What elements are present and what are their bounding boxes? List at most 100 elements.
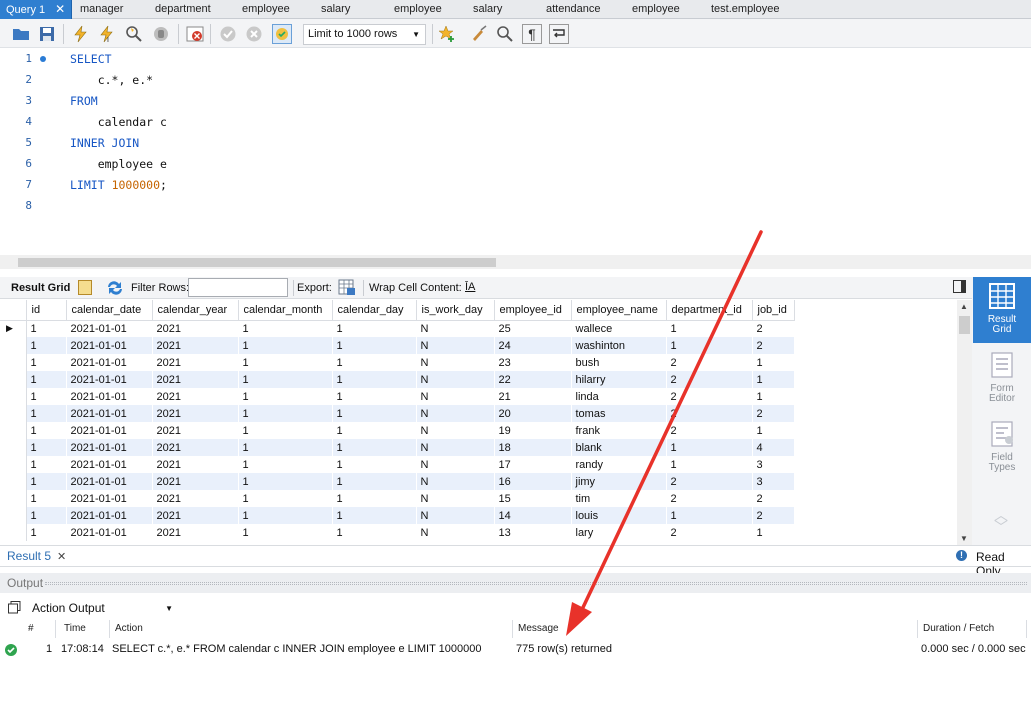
- grid-layout-icon[interactable]: [78, 280, 92, 295]
- table-row[interactable]: 1 2021-01-01 2021 1 1 N 14 louis 1 2: [0, 507, 795, 524]
- row-selector[interactable]: ▶: [0, 320, 27, 337]
- table-cell[interactable]: 2: [666, 422, 753, 439]
- table-cell[interactable]: 2021-01-01: [66, 405, 153, 422]
- tab-employee-2[interactable]: employee: [394, 0, 442, 19]
- table-cell[interactable]: tomas: [571, 405, 667, 422]
- row-selector[interactable]: [0, 371, 27, 388]
- wrap-lines-icon[interactable]: [549, 24, 569, 44]
- table-cell[interactable]: N: [416, 337, 495, 354]
- table-cell[interactable]: 2021-01-01: [66, 337, 153, 354]
- row-selector[interactable]: [0, 456, 27, 473]
- table-cell[interactable]: 2: [752, 337, 795, 354]
- table-cell[interactable]: 1: [238, 439, 333, 456]
- row-selector[interactable]: [0, 439, 27, 456]
- table-cell[interactable]: 1: [752, 422, 795, 439]
- table-row[interactable]: 1 2021-01-01 2021 1 1 N 18 blank 1 4: [0, 439, 795, 456]
- row-selector[interactable]: [0, 507, 27, 524]
- table-cell[interactable]: 1: [666, 320, 753, 337]
- sql-editor[interactable]: 1 SELECT 2 c.*, e.* 3 FROM 4 calendar c …: [0, 48, 1031, 255]
- table-row[interactable]: 1 2021-01-01 2021 1 1 N 16 jimy 2 3: [0, 473, 795, 490]
- save-icon[interactable]: [37, 24, 57, 44]
- row-selector[interactable]: [0, 337, 27, 354]
- editor-horizontal-scrollbar[interactable]: [0, 255, 1031, 269]
- row-selector[interactable]: [0, 524, 27, 541]
- tab-attendance[interactable]: attendance: [546, 0, 600, 19]
- table-cell[interactable]: 2021-01-01: [66, 320, 153, 337]
- table-cell[interactable]: 14: [494, 507, 572, 524]
- table-cell[interactable]: 2021: [152, 371, 239, 388]
- column-header[interactable]: department_id: [666, 300, 753, 321]
- table-cell[interactable]: 2021-01-01: [66, 456, 153, 473]
- table-cell[interactable]: N: [416, 524, 495, 541]
- table-cell[interactable]: 23: [494, 354, 572, 371]
- table-cell[interactable]: 1: [332, 388, 417, 405]
- table-cell[interactable]: linda: [571, 388, 667, 405]
- table-cell[interactable]: bush: [571, 354, 667, 371]
- table-cell[interactable]: 2021: [152, 354, 239, 371]
- table-cell[interactable]: N: [416, 405, 495, 422]
- table-row[interactable]: 1 2021-01-01 2021 1 1 N 22 hilarry 2 1: [0, 371, 795, 388]
- table-cell[interactable]: N: [416, 490, 495, 507]
- limit-rows-select[interactable]: Limit to 1000 rows ▼: [303, 24, 426, 45]
- commit-check-icon[interactable]: [218, 24, 238, 44]
- table-cell[interactable]: 2: [666, 524, 753, 541]
- column-header[interactable]: calendar_day: [332, 300, 417, 321]
- table-cell[interactable]: 1: [332, 490, 417, 507]
- tab-department[interactable]: department: [155, 0, 211, 19]
- table-cell[interactable]: 4: [752, 439, 795, 456]
- row-selector[interactable]: [0, 490, 27, 507]
- table-cell[interactable]: 2021: [152, 490, 239, 507]
- invisible-chars-pilcrow-icon[interactable]: ¶: [522, 24, 542, 44]
- row-selector[interactable]: [0, 354, 27, 371]
- table-cell[interactable]: 1: [238, 473, 333, 490]
- table-cell[interactable]: 2021-01-01: [66, 354, 153, 371]
- table-cell[interactable]: 16: [494, 473, 572, 490]
- column-header[interactable]: employee_name: [571, 300, 667, 321]
- table-row[interactable]: ▶ 1 2021-01-01 2021 1 1 N 25 wallece 1 2: [0, 320, 795, 337]
- refresh-arrows-icon[interactable]: [106, 280, 124, 296]
- table-cell[interactable]: 1: [332, 524, 417, 541]
- table-cell[interactable]: louis: [571, 507, 667, 524]
- table-cell[interactable]: 1: [26, 507, 67, 524]
- table-cell[interactable]: 1: [238, 388, 333, 405]
- table-cell[interactable]: 22: [494, 371, 572, 388]
- open-folder-icon[interactable]: [11, 24, 31, 44]
- table-cell[interactable]: N: [416, 371, 495, 388]
- table-cell[interactable]: 1: [332, 337, 417, 354]
- table-cell[interactable]: 2021-01-01: [66, 439, 153, 456]
- table-cell[interactable]: 2: [666, 388, 753, 405]
- table-cell[interactable]: 2021: [152, 524, 239, 541]
- row-selector[interactable]: [0, 422, 27, 439]
- column-header[interactable]: is_work_day: [416, 300, 495, 321]
- table-cell[interactable]: 24: [494, 337, 572, 354]
- execute-lightning-icon[interactable]: [71, 24, 91, 44]
- table-cell[interactable]: 2: [666, 405, 753, 422]
- table-cell[interactable]: 1: [752, 524, 795, 541]
- table-cell[interactable]: 1: [752, 388, 795, 405]
- table-cell[interactable]: 2: [666, 371, 753, 388]
- find-magnifier-icon[interactable]: [495, 24, 515, 44]
- table-cell[interactable]: wallece: [571, 320, 667, 337]
- table-cell[interactable]: 1: [238, 507, 333, 524]
- table-cell[interactable]: N: [416, 456, 495, 473]
- table-cell[interactable]: 1: [238, 422, 333, 439]
- table-cell[interactable]: 1: [26, 354, 67, 371]
- table-cell[interactable]: 2021-01-01: [66, 524, 153, 541]
- table-cell[interactable]: N: [416, 473, 495, 490]
- table-row[interactable]: 1 2021-01-01 2021 1 1 N 13 lary 2 1: [0, 524, 795, 541]
- grid-corner[interactable]: [0, 300, 27, 321]
- output-type-select[interactable]: Action Output ▼: [27, 598, 177, 618]
- scroll-down-icon[interactable]: ▼: [960, 534, 968, 543]
- table-cell[interactable]: 2021: [152, 422, 239, 439]
- stop-hand-icon[interactable]: [151, 24, 171, 44]
- table-cell[interactable]: N: [416, 422, 495, 439]
- panel-scroll-chevrons-icon[interactable]: ︿ ﹀: [990, 508, 1012, 537]
- copy-icon[interactable]: [8, 601, 21, 614]
- table-cell[interactable]: 1: [332, 507, 417, 524]
- export-icon[interactable]: [338, 279, 356, 296]
- table-cell[interactable]: frank: [571, 422, 667, 439]
- column-header[interactable]: calendar_date: [66, 300, 153, 321]
- table-cell[interactable]: 17: [494, 456, 572, 473]
- table-cell[interactable]: blank: [571, 439, 667, 456]
- table-cell[interactable]: randy: [571, 456, 667, 473]
